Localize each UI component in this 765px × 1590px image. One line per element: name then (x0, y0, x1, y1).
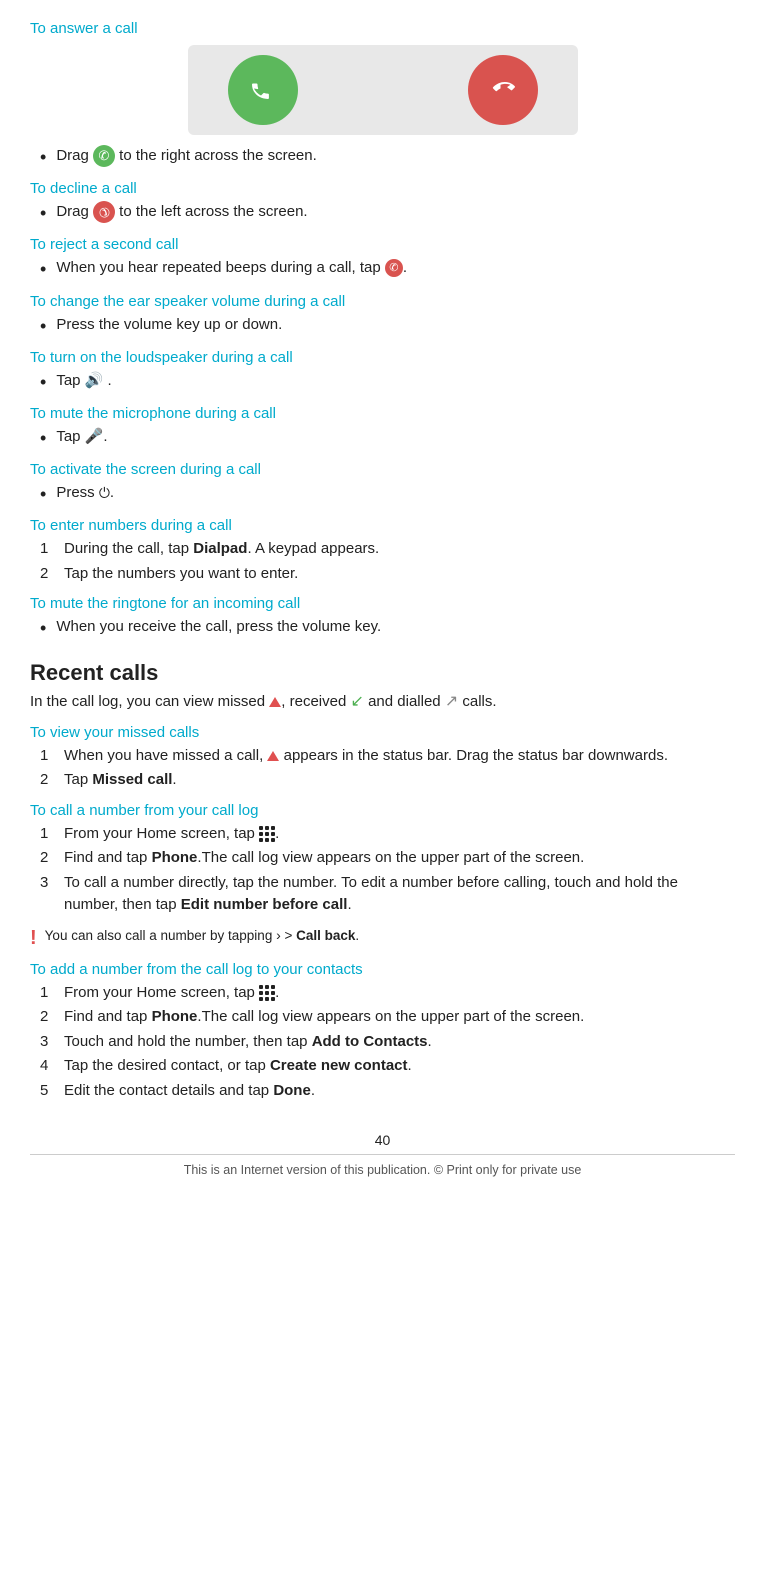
mute-ringtone-bullet: • When you receive the call, press the v… (40, 616, 735, 641)
add-number-step1: 1 From your Home screen, tap . (40, 982, 735, 1005)
ear-speaker-heading: To change the ear speaker volume during … (30, 293, 735, 310)
answer-call-bullet: • Drag ✆ to the right across the screen. (40, 145, 735, 170)
dialled-call-icon: ↗ (445, 693, 458, 710)
mic-icon: 🎤 (85, 428, 104, 445)
footer-legal-text: This is an Internet version of this publ… (30, 1154, 735, 1177)
apps-grid-icon (259, 826, 275, 842)
mute-mic-heading: To mute the microphone during a call (30, 405, 735, 422)
add-number-step3: 3 Touch and hold the number, then tap Ad… (40, 1031, 735, 1054)
call-log-step1: 1 From your Home screen, tap . (40, 823, 735, 846)
loudspeaker-section: To turn on the loudspeaker during a call… (30, 349, 735, 395)
add-number-section: To add a number from the call log to you… (30, 961, 735, 1103)
view-missed-step1: 1 When you have missed a call, appears i… (40, 745, 735, 768)
loudspeaker-heading: To turn on the loudspeaker during a call (30, 349, 735, 366)
add-number-step4: 4 Tap the desired contact, or tap Create… (40, 1055, 735, 1078)
page-number: 40 (30, 1132, 735, 1148)
decline-call-section: To decline a call • Drag ✆ to the left a… (30, 180, 735, 226)
answer-button-green (228, 55, 298, 125)
activate-screen-bullet: • Press ⏻. (40, 482, 735, 507)
view-missed-section: To view your missed calls 1 When you hav… (30, 724, 735, 792)
call-log-section: To call a number from your call log 1 Fr… (30, 802, 735, 951)
decline-call-bullet: • Drag ✆ to the left across the screen. (40, 201, 735, 226)
answer-call-heading: To answer a call (30, 20, 735, 37)
green-phone-icon: ✆ (93, 145, 115, 167)
call-log-note: ! You can also call a number by tapping … (30, 925, 735, 951)
call-buttons-image (188, 45, 578, 135)
red-phone-icon: ✆ (88, 197, 119, 228)
call-log-step3: 3 To call a number directly, tap the num… (40, 872, 735, 917)
recent-calls-section: Recent calls In the call log, you can vi… (30, 660, 735, 714)
reject-second-heading: To reject a second call (30, 236, 735, 253)
enter-numbers-step1: 1 During the call, tap Dialpad. A keypad… (40, 538, 735, 561)
received-call-icon: ↙ (351, 693, 364, 710)
add-number-heading: To add a number from the call log to you… (30, 961, 735, 978)
loudspeaker-bullet: • Tap 🔊 . (40, 370, 735, 395)
missed-call-status-icon (267, 751, 279, 761)
view-missed-heading: To view your missed calls (30, 724, 735, 741)
enter-numbers-heading: To enter numbers during a call (30, 517, 735, 534)
call-log-step2: 2 Find and tap Phone.The call log view a… (40, 847, 735, 870)
missed-call-icon (269, 697, 281, 707)
apps-grid-icon-2 (259, 985, 275, 1001)
decline-button-red (453, 41, 552, 140)
more-icon: › (276, 927, 281, 943)
reject-second-bullet: • When you hear repeated beeps during a … (40, 257, 735, 282)
enter-numbers-step2: 2 Tap the numbers you want to enter. (40, 563, 735, 586)
mute-ringtone-section: To mute the ringtone for an incoming cal… (30, 595, 735, 641)
add-number-step2: 2 Find and tap Phone.The call log view a… (40, 1006, 735, 1029)
recent-calls-heading: Recent calls (30, 660, 735, 686)
add-number-step5: 5 Edit the contact details and tap Done. (40, 1080, 735, 1103)
call-log-heading: To call a number from your call log (30, 802, 735, 819)
note-exclamation-icon: ! (30, 925, 37, 951)
activate-screen-section: To activate the screen during a call • P… (30, 461, 735, 507)
ear-speaker-section: To change the ear speaker volume during … (30, 293, 735, 339)
view-missed-step2: 2 Tap Missed call. (40, 769, 735, 792)
reject-icon: ✆ (385, 259, 403, 277)
answer-call-section: To answer a call • Drag ✆ to the right a… (30, 20, 735, 170)
power-icon: ⏻ (99, 485, 110, 501)
ear-speaker-bullet: • Press the volume key up or down. (40, 314, 735, 339)
recent-calls-desc: In the call log, you can view missed , r… (30, 690, 735, 714)
mute-mic-bullet: • Tap 🎤. (40, 426, 735, 451)
decline-call-heading: To decline a call (30, 180, 735, 197)
mute-ringtone-heading: To mute the ringtone for an incoming cal… (30, 595, 735, 612)
reject-second-section: To reject a second call • When you hear … (30, 236, 735, 282)
enter-numbers-section: To enter numbers during a call 1 During … (30, 517, 735, 585)
activate-screen-heading: To activate the screen during a call (30, 461, 735, 478)
mute-mic-section: To mute the microphone during a call • T… (30, 405, 735, 451)
speaker-icon: 🔊 (85, 372, 104, 389)
